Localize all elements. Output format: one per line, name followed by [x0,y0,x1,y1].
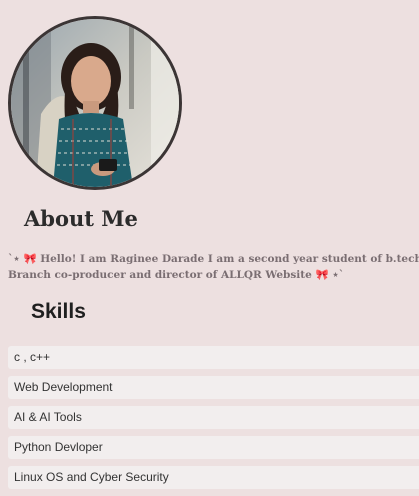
skill-item-linux-security: Linux OS and Cyber Security [8,466,419,489]
avatar [8,16,182,190]
about-line-1: `⋆ 🎀 Hello! I am Raginee Darade I am a s… [8,253,419,265]
skills-title: Skills [31,300,86,323]
skill-item-ai-tools: AI & AI Tools [8,406,419,429]
skill-item-web-development: Web Development [8,376,419,399]
about-line-2: Branch co-producer and director of ALLQR… [8,269,345,281]
skill-item-python: Python Devloper [8,436,419,459]
skills-list: c , c++ Web Development AI & AI Tools Py… [8,346,419,496]
about-title: About Me [24,206,138,231]
about-text: `⋆ 🎀 Hello! I am Raginee Darade I am a s… [8,251,419,283]
profile-photo [11,19,179,187]
skill-item-c-cpp: c , c++ [8,346,419,369]
